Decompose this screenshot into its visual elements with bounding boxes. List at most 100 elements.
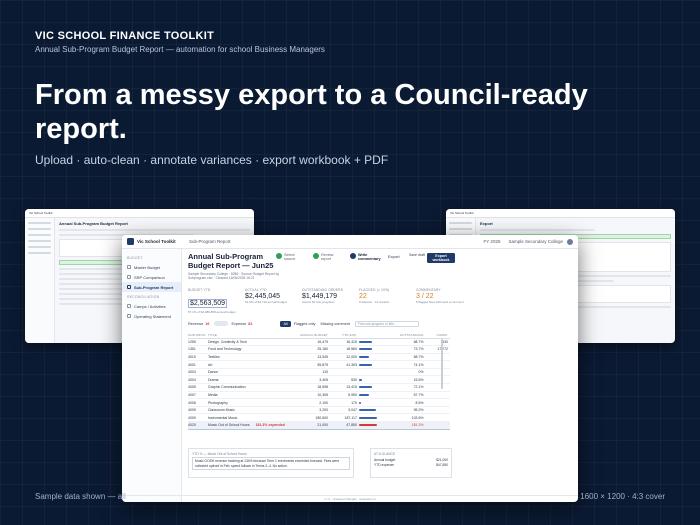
cell-title: Music Out of School Hours 181.3% expended — [207, 421, 295, 430]
cell-outstanding — [425, 391, 450, 400]
cell-sub-prog: 4005 — [188, 383, 208, 392]
kpi-label: BUDGET YTD — [188, 288, 211, 292]
cell-ytd-exp: 12,000 — [330, 353, 359, 362]
step-select-source[interactable]: Select source — [276, 253, 304, 261]
cell-sub-prog: 4007 — [188, 391, 208, 400]
brand-subtitle: Annual Sub-Program Budget Report — autom… — [35, 45, 325, 54]
commentary-title: YTD % — Music Out of School Hours — [192, 452, 247, 456]
preview-left-topbar: Vic School Toolkit — [25, 209, 254, 218]
cell-annual-budget: 55,875 — [294, 360, 331, 369]
search-input[interactable]: Find sub-program or title... — [354, 320, 419, 327]
cell-pct: 103.6% — [385, 413, 426, 423]
filter-count: 16 — [205, 321, 210, 326]
table-row[interactable]: 4020 Music Out of School Hours 181.3% expe… — [188, 421, 450, 430]
cell-title: Photography — [207, 398, 295, 407]
kpi-commentary: COMMENTARY 3 / 22 5 flagged lines still … — [416, 288, 468, 315]
commentary-textarea[interactable]: Music OOSH revenue tracking at 134% beca… — [192, 457, 350, 470]
sidebar-item-camps[interactable]: Camps / Activities — [122, 301, 181, 311]
sidebar-item-master-budget[interactable]: Master Budget — [122, 262, 181, 272]
cell-pct: 73.7% — [385, 345, 426, 354]
cell-outstanding — [425, 375, 450, 385]
kpi-note: 9 adverse · 13 revision — [359, 300, 390, 304]
filter-label: Expense — [231, 321, 247, 326]
revenue-filter[interactable]: Revenue 16 — [188, 322, 209, 326]
table-row[interactable]: 4015 Textiles 13,545 12,000 58.7% — [188, 353, 450, 362]
table-row[interactable]: 4005 Classroom Music 3,200 3,047 95.2% — [188, 406, 450, 415]
cell-ytd-exp: 13,415 — [330, 383, 359, 392]
cell-title: Classroom Music — [207, 406, 295, 415]
cell-ytd-exp: 530 — [330, 375, 359, 385]
progress-bar — [358, 386, 372, 389]
page-title: Annual Sub-Program Budget Report — Jun25 — [188, 252, 274, 270]
table-row[interactable]: 4009 Instrumental Music 180,600 187,117 103.… — [188, 413, 450, 423]
cell-bar — [358, 413, 386, 423]
kpi-flagged: FLAGGED (> 10%) 22 9 adverse · 13 revisi… — [359, 288, 411, 315]
app-window: Vic School Toolkit Sub-Program Report FY… — [122, 235, 578, 502]
cell-bar — [358, 421, 386, 430]
table-row[interactable]: 4003 Dance 110 0% — [188, 368, 450, 377]
footer-note: Sample data shown — all — [35, 492, 126, 501]
app-topbar: Vic School Toolkit Sub-Program Report FY… — [122, 235, 578, 249]
cell-bar — [358, 383, 386, 392]
table-row[interactable]: 1255 Design, Creativity & Tech 16,479 16,31… — [188, 338, 450, 347]
cell-annual-budget: 2,100 — [294, 398, 331, 407]
cell-sub-prog: 4004 — [188, 375, 208, 385]
cell-title: Drama — [207, 375, 295, 385]
save-draft-button[interactable]: Save draft — [409, 253, 425, 258]
preview-left-nav — [25, 218, 55, 343]
cell-title: Art — [207, 360, 295, 369]
filter-missing-comment[interactable]: Missing comment — [320, 322, 350, 326]
progress-bar — [358, 340, 372, 343]
filter-all[interactable]: All — [280, 320, 291, 327]
school-selector[interactable]: Sample Secondary College — [508, 239, 563, 244]
cell-title: Textiles — [207, 353, 295, 362]
status-bar: 1 / 3 · Unsaved changes · Autosave on — [122, 495, 578, 502]
step-review-report[interactable]: Review report — [313, 253, 341, 261]
page-icon — [127, 314, 131, 318]
progress-bar — [358, 424, 377, 427]
cell-outstanding — [425, 398, 450, 407]
kpi-note: Across 81 sub-programs — [302, 300, 335, 304]
fiscal-year-selector[interactable]: FY 2025 — [484, 239, 501, 244]
headline: From a messy export to a Council-ready r… — [35, 79, 588, 145]
sidebar-item-operating-statement[interactable]: Operating Statement — [122, 311, 181, 321]
table-row[interactable]: 4004 Drama 3,405 530 15.5% — [188, 375, 450, 385]
table-row[interactable]: 1351 Food and Technology 25,180 18,560 73.7%… — [188, 345, 450, 354]
cell-outstanding — [425, 406, 450, 415]
cell-annual-budget: 16,479 — [294, 338, 331, 347]
table-scrollbar[interactable] — [441, 339, 443, 389]
cell-outstanding — [425, 413, 450, 423]
sidebar-item-srp-comparison[interactable]: SRP Comparison — [122, 272, 181, 282]
progress-bar — [358, 348, 373, 351]
kpi-note: 5 flagged lines still need a comment — [416, 300, 464, 304]
table-row[interactable]: 4007 Media 10,305 5,950 57.7% — [188, 391, 450, 400]
revenue-expense-toggle[interactable] — [214, 321, 229, 326]
cell-bar — [358, 368, 386, 377]
export-link[interactable]: Export — [388, 254, 400, 259]
table-row[interactable]: 4008 Photography 2,100 179 8.5% — [188, 398, 450, 407]
report-content: Annual Sub-Program Budget Report — Jun25… — [188, 252, 572, 502]
step-write-commentary[interactable]: Write commentary — [350, 253, 381, 261]
export-workbook-button[interactable]: Export workbook — [427, 253, 455, 263]
cell-annual-budget: 180,600 — [294, 413, 331, 423]
preview-left-title: Annual Sub-Program Budget Report — [59, 221, 128, 226]
cell-title: Graphic Communication — [207, 383, 295, 392]
filter-flagged-only[interactable]: Flagged only — [294, 322, 316, 326]
progress-bar — [358, 416, 377, 419]
kpi-label: FLAGGED (> 10%) — [359, 288, 390, 292]
sidebar-item-label: Operating Statement — [134, 313, 171, 319]
kpi-outstanding-orders: OUTSTANDING ORDERS $1,449,179 Across 81 … — [302, 288, 354, 315]
expense-filter[interactable]: Expense 81 — [231, 322, 252, 326]
avatar[interactable] — [567, 238, 573, 245]
cell-outstanding — [425, 368, 450, 377]
sidebar-item-sub-program-report[interactable]: Sub-Program Report — [122, 282, 181, 292]
kpi-value: 22 — [359, 293, 367, 300]
table-row[interactable]: 4001 Art 55,875 41,393 74.1% — [188, 360, 450, 369]
check-icon — [276, 253, 282, 259]
cell-sub-prog: 4009 — [188, 413, 208, 423]
filter-label: Revenue — [188, 321, 204, 326]
table-row[interactable]: 4005 Graphic Communication 18,598 13,415 72.… — [188, 383, 450, 392]
kpi-value: $2,445,045 — [245, 293, 281, 300]
cell-bar — [358, 375, 386, 385]
commentary-panel: YTD % — Music Out of School Hours Music … — [188, 448, 354, 478]
